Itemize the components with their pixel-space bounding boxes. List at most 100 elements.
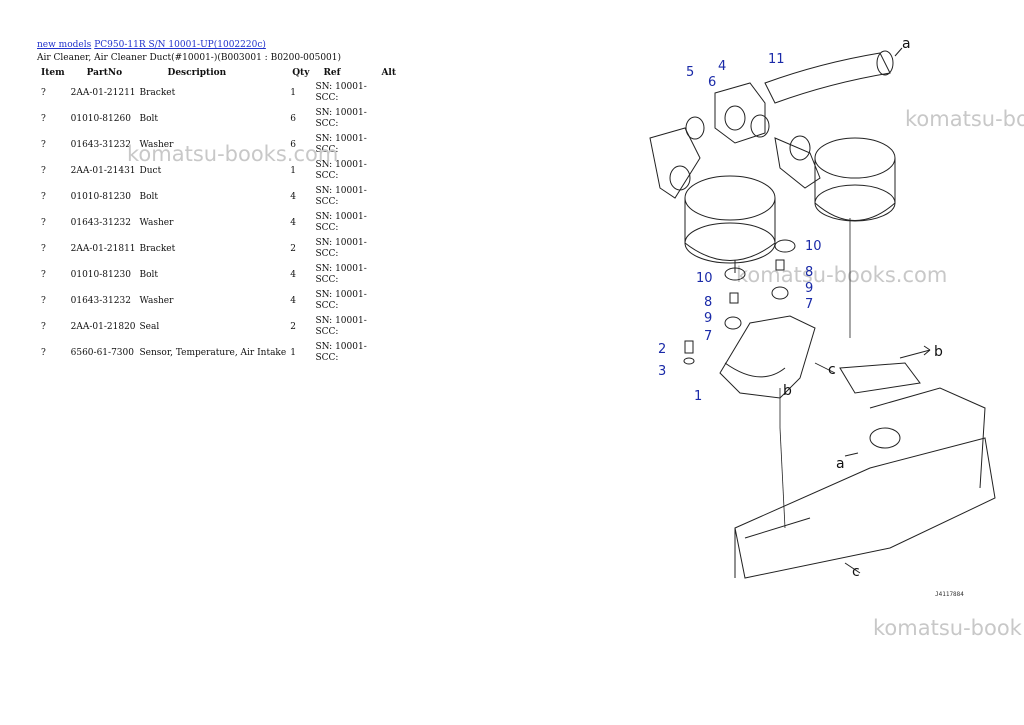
reference-letter: c bbox=[828, 362, 836, 378]
cell-item: ? bbox=[41, 270, 46, 280]
table-row: ? 2AA-01-21211 Bracket 1 SN: 10001-SCC: bbox=[37, 80, 400, 106]
cell-item: ? bbox=[41, 244, 46, 254]
cell-description: Sensor, Temperature, Air Intake bbox=[139, 348, 287, 358]
callout-8: 8 bbox=[805, 265, 813, 280]
table-row: ? 01010-81230 Bolt 4 SN: 10001-SCC: bbox=[37, 262, 400, 288]
watermark: komatsu-book bbox=[873, 616, 1022, 640]
table-row: ? 01643-31232 Washer 4 SN: 10001-SCC: bbox=[37, 288, 400, 314]
cell-partno: 6560-61-7300 bbox=[70, 348, 134, 358]
callout-7: 7 bbox=[805, 297, 813, 312]
cell-item: ? bbox=[41, 348, 46, 358]
mount bbox=[724, 316, 742, 330]
cell-ref: SN: 10001-SCC: bbox=[315, 264, 367, 285]
page-title: Air Cleaner, Air Cleaner Duct(#10001-)(B… bbox=[37, 53, 342, 63]
duct-bracket bbox=[714, 82, 766, 144]
cell-item: ? bbox=[41, 114, 46, 124]
callout-1: 1 bbox=[694, 389, 702, 404]
breadcrumb-link-new-models[interactable]: new models bbox=[37, 40, 91, 50]
callout-10: 10 bbox=[696, 271, 713, 286]
cell-description: Washer bbox=[139, 296, 174, 306]
callout-9: 9 bbox=[805, 281, 813, 296]
header-qty: Qty bbox=[292, 68, 310, 78]
table-row: ? 2AA-01-21811 Bracket 2 SN: 10001-SCC: bbox=[37, 236, 400, 262]
seal bbox=[774, 239, 796, 253]
reference-letter: c bbox=[852, 564, 860, 580]
table-row: ? 01010-81230 Bolt 4 SN: 10001-SCC: bbox=[37, 184, 400, 210]
table-row: ? 6560-61-7300 Sensor, Temperature, Air In… bbox=[37, 340, 400, 366]
cell-description: Washer bbox=[139, 218, 174, 228]
cell-qty: 2 bbox=[290, 244, 296, 254]
callout-4: 4 bbox=[718, 59, 726, 74]
bolt bbox=[775, 259, 785, 271]
exploded-parts-diagram: 4 11 5 6 10 8 9 7 10 8 9 7 2 3 1 a b c b… bbox=[649, 36, 996, 598]
callout-3: 3 bbox=[658, 364, 666, 379]
cell-description: Seal bbox=[139, 322, 160, 332]
bolt bbox=[684, 340, 694, 354]
cell-item: ? bbox=[41, 322, 46, 332]
cell-item: ? bbox=[41, 140, 46, 150]
callout-9: 9 bbox=[704, 311, 712, 326]
cell-qty: 1 bbox=[290, 88, 296, 98]
header-alt: Alt bbox=[381, 68, 397, 78]
air-cleaner-right bbox=[814, 137, 896, 179]
bracket bbox=[719, 315, 816, 399]
cell-qty: 4 bbox=[290, 218, 296, 228]
cell-ref: SN: 10001-SCC: bbox=[315, 290, 367, 311]
bolt bbox=[729, 292, 739, 304]
breadcrumb-link-model[interactable]: PC950-11R S/N 10001-UP(1002220c) bbox=[94, 40, 266, 50]
washer bbox=[683, 357, 695, 365]
callout-6: 6 bbox=[708, 75, 716, 90]
cell-qty: 1 bbox=[290, 348, 296, 358]
reference-letter: b bbox=[934, 344, 943, 360]
header-ref: Ref bbox=[323, 68, 341, 78]
air-cleaner-left bbox=[684, 175, 776, 221]
table-header-row: Item PartNo Description Qty Ref Alt bbox=[37, 66, 400, 80]
cell-ref: SN: 10001-SCC: bbox=[315, 186, 367, 207]
parts-table: Item PartNo Description Qty Ref Alt ? 2AA… bbox=[37, 66, 400, 366]
cell-qty: 4 bbox=[290, 296, 296, 306]
callout-2: 2 bbox=[658, 342, 666, 357]
callout-5: 5 bbox=[686, 65, 694, 80]
cell-qty: 4 bbox=[290, 192, 296, 202]
cell-description: Bracket bbox=[139, 244, 176, 254]
cell-partno: 01643-31232 bbox=[70, 296, 131, 306]
header-partno: PartNo bbox=[86, 68, 123, 78]
cell-partno: 01010-81230 bbox=[70, 270, 131, 280]
cell-description: Bracket bbox=[139, 88, 176, 98]
reference-letter: a bbox=[836, 456, 845, 472]
cell-description: Bolt bbox=[139, 270, 159, 280]
cell-ref: SN: 10001-SCC: bbox=[315, 238, 367, 259]
cell-ref: SN: 10001-SCC: bbox=[315, 342, 367, 363]
cell-item: ? bbox=[41, 218, 46, 228]
callout-7: 7 bbox=[704, 329, 712, 344]
mount bbox=[771, 286, 789, 300]
cell-qty: 4 bbox=[290, 270, 296, 280]
cell-qty: 2 bbox=[290, 322, 296, 332]
clamp bbox=[789, 135, 811, 161]
callout-8: 8 bbox=[704, 295, 712, 310]
cell-ref: SN: 10001-SCC: bbox=[315, 316, 367, 337]
cell-ref: SN: 10001-SCC: bbox=[315, 212, 367, 233]
cell-qty: 6 bbox=[290, 114, 296, 124]
cell-ref: SN: 10001-SCC: bbox=[315, 108, 367, 129]
table-row: ? 01010-81260 Bolt 6 SN: 10001-SCC: bbox=[37, 106, 400, 132]
clamp bbox=[750, 114, 770, 138]
callout-10: 10 bbox=[805, 239, 822, 254]
table-row: ? 2AA-01-21820 Seal 2 SN: 10001-SCC: bbox=[37, 314, 400, 340]
watermark: komatsu-books.com bbox=[127, 142, 339, 166]
header-description: Description bbox=[167, 68, 227, 78]
callout-11: 11 bbox=[768, 52, 785, 67]
cell-item: ? bbox=[41, 166, 46, 176]
elbow-duct bbox=[774, 137, 821, 189]
reference-letter: b bbox=[783, 383, 792, 399]
cell-item: ? bbox=[41, 192, 46, 202]
cell-item: ? bbox=[41, 296, 46, 306]
table-row: ? 01643-31232 Washer 4 SN: 10001-SCC: bbox=[37, 210, 400, 236]
cell-partno: 01010-81230 bbox=[70, 192, 131, 202]
cell-description: Bolt bbox=[139, 192, 159, 202]
machine-frame bbox=[734, 437, 996, 579]
breadcrumb: new models PC950-11R S/N 10001-UP(1002220… bbox=[37, 40, 269, 50]
cell-ref: SN: 10001-SCC: bbox=[315, 82, 367, 103]
reference-letter: a bbox=[902, 36, 911, 52]
cell-partno: 2AA-01-21211 bbox=[70, 88, 136, 98]
